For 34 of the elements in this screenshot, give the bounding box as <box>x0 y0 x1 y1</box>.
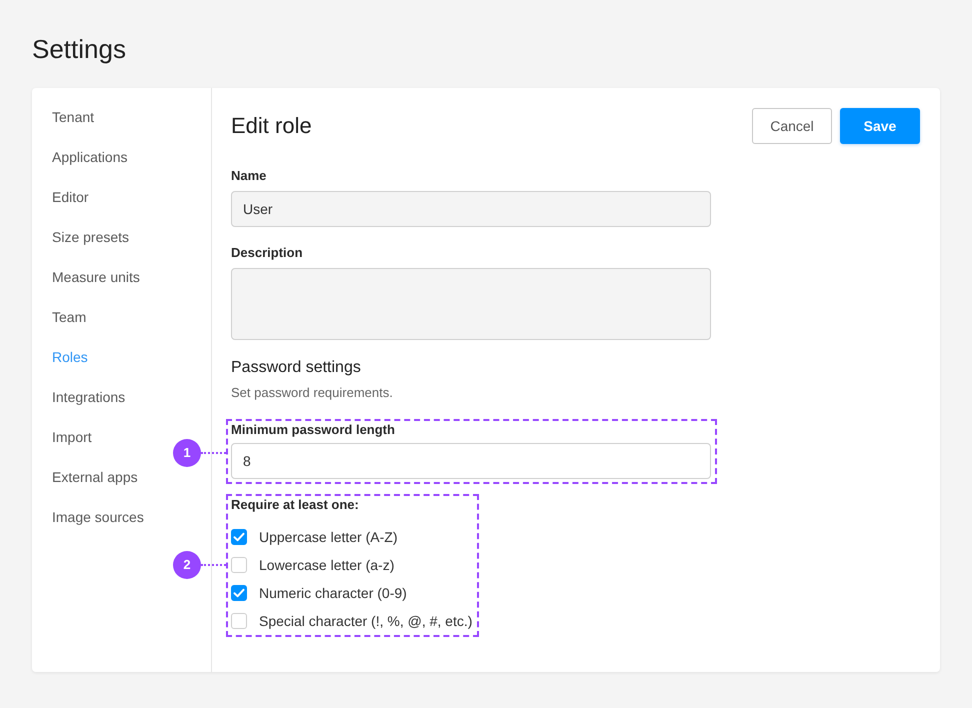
sidebar-item[interactable]: Team <box>32 297 106 337</box>
check-icon <box>233 587 245 599</box>
checkbox[interactable] <box>231 613 247 629</box>
group-label: Require at least one: <box>231 497 359 513</box>
sidebar-item[interactable]: Measure units <box>32 257 160 297</box>
checkbox[interactable] <box>231 529 247 545</box>
checkbox-label: Lowercase letter (a-z) <box>259 556 394 575</box>
checkbox-label: Uppercase letter (A-Z) <box>259 528 398 547</box>
page-title: Settings <box>32 33 127 65</box>
sidebar-item[interactable]: External apps <box>32 457 158 497</box>
field-label: Name <box>231 168 266 184</box>
checkbox-label: Special character (!, %, @, #, etc.) <box>259 612 472 631</box>
check-icon <box>233 531 245 543</box>
sidebar-item[interactable]: Import <box>32 417 112 457</box>
checkbox[interactable] <box>231 585 247 601</box>
cancel-button[interactable]: Cancel <box>752 108 832 144</box>
field-label: Description <box>231 245 303 261</box>
checkbox[interactable] <box>231 557 247 573</box>
checkbox-label: Numeric character (0-9) <box>259 584 407 603</box>
number-input[interactable]: 8 <box>231 443 711 479</box>
sidebar-item[interactable]: Integrations <box>32 377 146 417</box>
sidebar-item[interactable]: Applications <box>32 137 148 177</box>
section-description: Set password requirements. <box>231 384 393 402</box>
section-title: Edit role <box>231 112 312 140</box>
callout-marker: 2 <box>173 551 201 579</box>
sidebar-item[interactable]: Size presets <box>32 217 150 257</box>
textarea-field[interactable] <box>231 268 711 340</box>
subsection-title: Password settings <box>231 358 361 378</box>
callout-marker: 1 <box>173 439 201 467</box>
text-input[interactable]: User <box>231 191 711 227</box>
sidebar-item[interactable]: Editor <box>32 177 109 217</box>
sidebar-item[interactable]: Image sources <box>32 497 164 537</box>
field-label: Minimum password length <box>231 422 395 438</box>
sidebar-item[interactable]: Tenant <box>32 97 114 137</box>
